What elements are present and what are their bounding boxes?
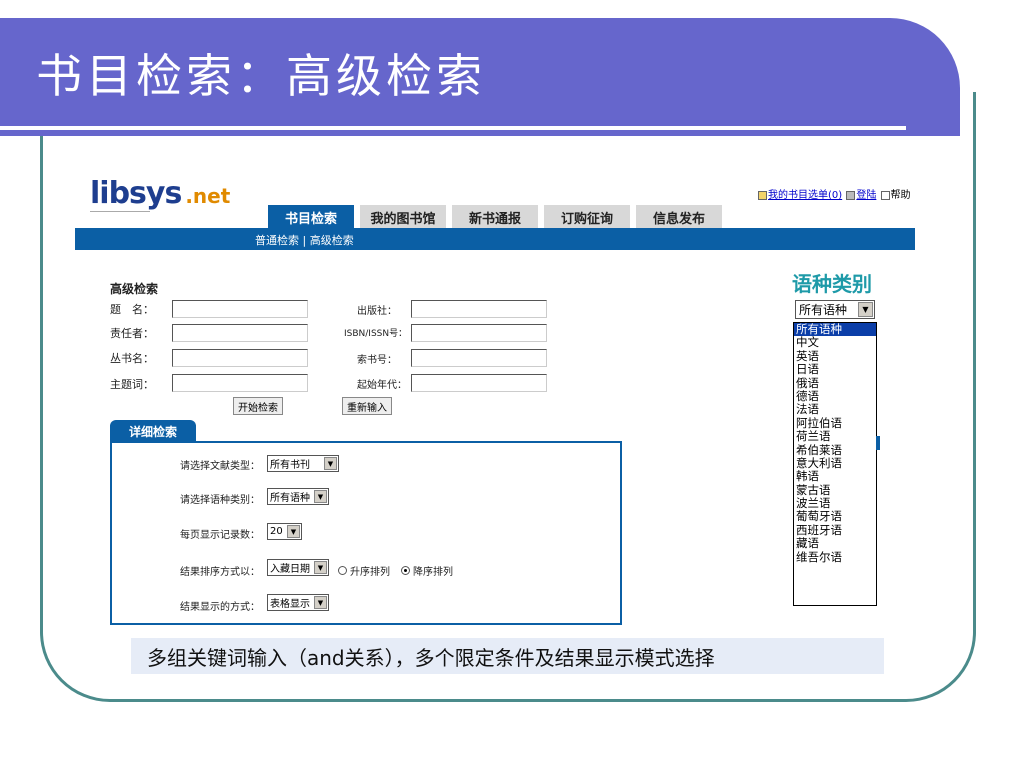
- lang-option[interactable]: 所有语种: [794, 323, 876, 337]
- dropdown-arrow-icon: ▼: [324, 457, 337, 470]
- sort-desc-radio[interactable]: 降序排列: [401, 563, 453, 578]
- lang-option[interactable]: 阿拉伯语: [794, 416, 876, 430]
- per-page-label: 每页显示记录数：: [180, 530, 260, 541]
- series-label: 丛书名：: [110, 352, 154, 365]
- lang-option[interactable]: 法语: [794, 402, 876, 416]
- dropdown-arrow-icon: ▼: [314, 490, 327, 503]
- sort-asc-radio[interactable]: 升序排列: [338, 563, 390, 578]
- nav-bar: [75, 228, 915, 250]
- subject-input[interactable]: [172, 374, 308, 392]
- author-input[interactable]: [172, 324, 308, 342]
- lang-option[interactable]: 藏语: [794, 536, 876, 550]
- per-page-select[interactable]: 20 ▼: [267, 523, 302, 540]
- tab-new-books[interactable]: 新书通报: [452, 205, 538, 229]
- adv-search-heading: 高级检索: [110, 282, 159, 296]
- lang-select[interactable]: 所有语种 ▼: [267, 488, 329, 505]
- login-link[interactable]: 登陆: [856, 190, 876, 201]
- dropdown-arrow-icon: ▼: [314, 561, 327, 574]
- lang-category-value: 所有语种: [799, 303, 848, 317]
- lang-option[interactable]: 日语: [794, 362, 876, 376]
- sort-label: 结果排序方式以：: [180, 567, 260, 578]
- help-icon: [880, 190, 890, 200]
- dropdown-arrow-icon: ▼: [287, 525, 300, 538]
- slide: 书目检索：高级检索 libsys .net 我的书目选单(0) 登陆 帮助 书目检…: [0, 0, 1024, 768]
- booklist-icon: [758, 190, 767, 200]
- slide-caption: 多组关键词输入（and关系），多个限定条件及结果显示模式选择: [131, 638, 884, 674]
- help-link[interactable]: 帮助: [891, 190, 911, 201]
- lang-option[interactable]: 意大利语: [794, 456, 876, 470]
- user-icon: [846, 190, 856, 200]
- logo-main: libsys: [90, 176, 182, 211]
- lang-category-select[interactable]: 所有语种 ▼: [795, 300, 875, 319]
- year-label: 起始年代：: [357, 380, 407, 391]
- reset-button[interactable]: 重新输入: [342, 397, 392, 415]
- tab-bibliographic-search[interactable]: 书目检索: [268, 205, 354, 229]
- lang-option[interactable]: 葡萄牙语: [794, 510, 876, 524]
- publisher-input[interactable]: [411, 300, 547, 318]
- top-links: 我的书目选单(0) 登陆 帮助: [758, 186, 912, 201]
- doc-type-select[interactable]: 所有书刊 ▼: [267, 455, 339, 472]
- tab-announcements[interactable]: 信息发布: [636, 205, 722, 229]
- author-label: 责任者：: [110, 327, 154, 340]
- callno-label: 索书号：: [357, 355, 397, 366]
- isbn-input[interactable]: [411, 324, 547, 342]
- sort-asc-label: 升序排列: [350, 567, 390, 578]
- lang-option[interactable]: 维吾尔语: [794, 550, 876, 564]
- lang-dropdown-list: 所有语种 中文 英语 日语 俄语 德语 法语 阿拉伯语 荷兰语 希伯莱语 意大利…: [793, 322, 877, 606]
- publisher-label: 出版社：: [357, 306, 397, 317]
- lang-option[interactable]: 荷兰语: [794, 429, 876, 443]
- slide-title: 书目检索：高级检索: [36, 49, 486, 103]
- lang-label: 请选择语种类别：: [180, 495, 260, 506]
- year-input[interactable]: [411, 374, 547, 392]
- search-button[interactable]: 开始检索: [233, 397, 283, 415]
- display-value: 表格显示: [270, 599, 310, 610]
- lang-option[interactable]: 俄语: [794, 376, 876, 390]
- title-label: 题 名：: [110, 303, 154, 316]
- title-input[interactable]: [172, 300, 308, 318]
- per-page-value: 20: [270, 526, 283, 537]
- series-input[interactable]: [172, 349, 308, 367]
- logo-underline: [90, 211, 150, 212]
- doc-type-value: 所有书刊: [270, 460, 310, 471]
- lang-panel-edge: [876, 436, 880, 450]
- lang-option[interactable]: 西班牙语: [794, 523, 876, 537]
- logo-suffix: .net: [185, 184, 231, 208]
- lang-option[interactable]: 中文: [794, 335, 876, 349]
- display-select[interactable]: 表格显示 ▼: [267, 594, 329, 611]
- lang-category-title: 语种类别: [792, 272, 872, 296]
- radio-selected-icon: [401, 566, 410, 575]
- lang-option[interactable]: 波兰语: [794, 496, 876, 510]
- tab-detail-search[interactable]: 详细检索: [110, 420, 196, 442]
- dropdown-arrow-icon: ▼: [314, 596, 327, 609]
- lang-value: 所有语种: [270, 493, 310, 504]
- sort-value: 入藏日期: [270, 564, 310, 575]
- radio-icon: [338, 566, 347, 575]
- subnav-links[interactable]: 普通检索 | 高级检索: [255, 232, 354, 248]
- lang-option[interactable]: 韩语: [794, 469, 876, 483]
- subject-label: 主题词：: [110, 378, 154, 391]
- lang-option[interactable]: 蒙古语: [794, 483, 876, 497]
- libsys-logo[interactable]: libsys .net: [90, 176, 230, 211]
- callno-input[interactable]: [411, 349, 547, 367]
- sort-select[interactable]: 入藏日期 ▼: [267, 559, 329, 576]
- title-rule: [0, 126, 906, 130]
- my-list-link[interactable]: 我的书目选单(0): [768, 190, 842, 201]
- display-label: 结果显示的方式：: [180, 602, 260, 613]
- sort-desc-label: 降序排列: [413, 567, 453, 578]
- doc-type-label: 请选择文献类型：: [180, 461, 260, 472]
- tab-purchase-request[interactable]: 订购征询: [544, 205, 630, 229]
- isbn-label: ISBN/ISSN号：: [344, 329, 408, 339]
- lang-option[interactable]: 英语: [794, 349, 876, 363]
- lang-option[interactable]: 希伯莱语: [794, 443, 876, 457]
- main-tabs: 书目检索 我的图书馆 新书通报 订购征询 信息发布: [268, 205, 722, 229]
- lang-option[interactable]: 德语: [794, 389, 876, 403]
- dropdown-arrow-icon: ▼: [858, 302, 873, 317]
- tab-my-library[interactable]: 我的图书馆: [360, 205, 446, 229]
